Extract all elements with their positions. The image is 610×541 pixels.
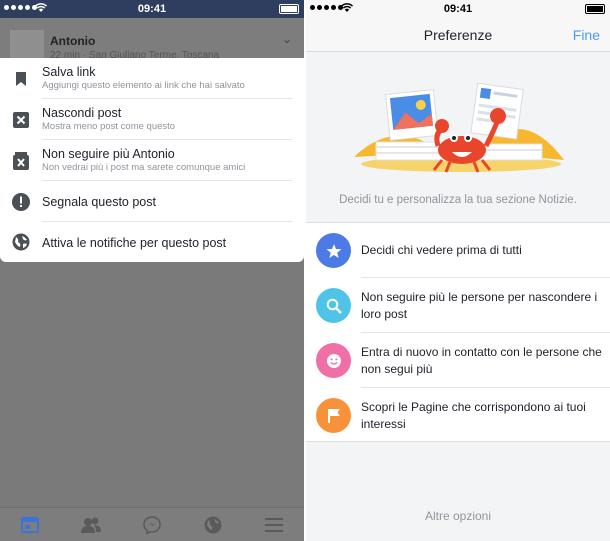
menu-item-subtitle: Non vedrai più i post ma sarete comunque… <box>42 162 246 173</box>
option-reconnect[interactable]: Entra di nuovo in contatto con le person… <box>306 333 610 388</box>
menu-item-title: Attiva le notifiche per questo post <box>42 236 227 250</box>
alert-icon <box>12 193 30 211</box>
more-options-link[interactable]: Altre opzioni <box>306 509 610 523</box>
menu-icon[interactable] <box>262 514 286 536</box>
post-options-menu: Salva link Aggiungi questo elemento ai l… <box>0 58 304 262</box>
menu-item-title: Non seguire più Antonio <box>42 147 175 161</box>
search-icon <box>316 288 351 323</box>
menu-item-title: Segnala questo post <box>42 195 156 209</box>
tab-bar <box>0 507 304 541</box>
option-label: Entra di nuovo in contatto con le person… <box>361 345 602 376</box>
menu-item-title: Nascondi post <box>42 106 122 120</box>
unfollow-icon <box>12 152 30 170</box>
left-screen: 09:41 Antonio 22 min · San Giuliano Term… <box>0 0 304 541</box>
option-unfollow[interactable]: Non seguire più le persone per nasconder… <box>306 278 610 333</box>
globe-notifications-icon[interactable] <box>201 514 225 536</box>
option-label: Non seguire più le persone per nasconder… <box>361 290 598 321</box>
status-time: 09:41 <box>443 3 473 15</box>
globe-icon <box>12 233 30 251</box>
option-label: Scopri le Pagine che corrispondono ai tu… <box>361 400 586 431</box>
smile-icon <box>316 343 351 378</box>
status-bar: 09:41 <box>0 0 304 18</box>
post-author[interactable]: Antonio <box>50 34 95 48</box>
battery-icon <box>585 4 605 14</box>
menu-item-report[interactable]: Segnala questo post <box>0 181 304 222</box>
menu-item-save-link[interactable]: Salva link Aggiungi questo elemento ai l… <box>0 58 304 99</box>
preferences-list: Decidi chi vedere prima di tutti Non seg… <box>306 222 610 442</box>
status-time: 09:41 <box>137 3 167 15</box>
status-bar: 09:41 <box>306 0 610 18</box>
battery-icon <box>279 4 299 14</box>
navigation-bar: Preferenze Fine <box>306 18 610 52</box>
bookmark-icon <box>12 70 30 88</box>
close-box-icon <box>12 111 30 129</box>
messenger-icon[interactable] <box>140 514 164 536</box>
chevron-down-icon[interactable]: ⌄ <box>282 32 292 46</box>
option-label: Decidi chi vedere prima di tutti <box>361 243 522 257</box>
intro-text: Decidi tu e personalizza la tua sezione … <box>339 194 577 206</box>
flag-icon <box>316 398 351 433</box>
news-feed-icon[interactable] <box>18 514 42 536</box>
friends-icon[interactable] <box>79 514 103 536</box>
option-see-first[interactable]: Decidi chi vedere prima di tutti <box>306 223 610 278</box>
right-screen: 09:41 Preferenze Fine Decidi tu e person… <box>306 0 610 541</box>
option-discover-pages[interactable]: Scopri le Pagine che corrispondono ai tu… <box>306 388 610 443</box>
menu-item-unfollow[interactable]: Non seguire più Antonio Non vedrai più i… <box>0 140 304 181</box>
done-button[interactable]: Fine <box>573 27 600 43</box>
menu-item-title: Salva link <box>42 65 96 79</box>
crab-illustration <box>354 82 564 173</box>
menu-item-notifications[interactable]: Attiva le notifiche per questo post <box>0 222 304 263</box>
menu-item-subtitle: Mostra meno post come questo <box>42 121 176 132</box>
menu-item-hide-post[interactable]: Nascondi post Mostra meno post come ques… <box>0 99 304 140</box>
page-title: Preferenze <box>423 27 493 43</box>
menu-item-subtitle: Aggiungi questo elemento ai link che hai… <box>42 80 245 91</box>
star-icon <box>316 233 351 268</box>
